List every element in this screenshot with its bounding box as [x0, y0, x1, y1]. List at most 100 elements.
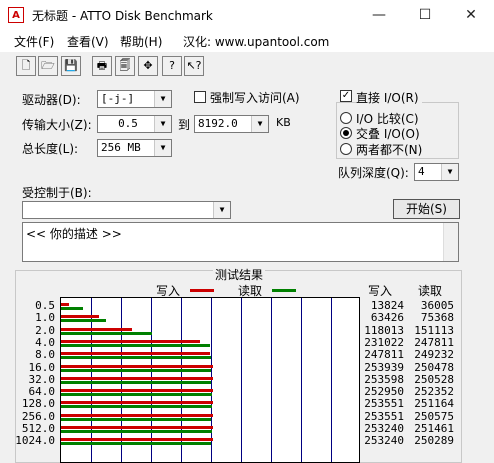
read-bar	[61, 405, 212, 409]
chevron-down-icon[interactable]: ▼	[213, 202, 230, 218]
menu-bar: 文件(F) 查看(V) 帮助(H) 汉化: www.upantool.com	[0, 30, 494, 53]
read-value: 250289	[414, 434, 454, 448]
read-value: 250478	[414, 360, 454, 374]
queue-depth-select[interactable]: 4 ▼	[414, 163, 459, 181]
write-value: 118013	[364, 323, 404, 337]
force-write-label: 强制写入访问(A)	[210, 91, 300, 105]
write-value: 252950	[364, 385, 404, 399]
description-textarea[interactable]: << 你的描述 >>	[22, 222, 459, 262]
row-label: 64.0	[28, 385, 56, 399]
direct-io-label: 直接 I/O(R)	[356, 89, 422, 106]
chevron-down-icon[interactable]: ▼	[441, 164, 458, 180]
transfer-from-select[interactable]: 0.5 ▼	[97, 115, 172, 133]
write-bar	[61, 413, 214, 417]
neither-label: 两者都不(N)	[356, 143, 423, 157]
description-text: << 你的描述 >>	[26, 227, 122, 241]
description-scrollbar[interactable]	[443, 223, 458, 261]
menu-file[interactable]: 文件(F)	[14, 33, 54, 50]
read-bar	[61, 368, 212, 372]
io-compare-radio[interactable]	[340, 112, 352, 124]
results-title: 测试结果	[213, 266, 266, 283]
read-value: 252352	[414, 385, 454, 399]
start-button[interactable]: 开始(S)	[393, 199, 460, 219]
controlled-by-label: 受控制于(B):	[22, 186, 92, 200]
total-length-value: 256 MB	[101, 141, 141, 154]
drive-value: [-j-]	[101, 92, 135, 105]
menu-localization[interactable]: 汉化: www.upantool.com	[183, 33, 329, 50]
write-value: 253939	[364, 360, 404, 374]
context-help-icon[interactable]: ↖?	[184, 56, 204, 76]
minimize-button[interactable]: —	[356, 0, 402, 30]
row-label: 1024.0	[15, 434, 55, 448]
write-bar	[61, 401, 214, 405]
grid-line	[301, 298, 302, 462]
row-label: 512.0	[21, 422, 55, 435]
new-file-icon[interactable]: 🗋	[16, 56, 36, 76]
write-bar	[61, 389, 213, 393]
write-value: 13824	[370, 299, 404, 312]
queue-depth-value: 4	[418, 165, 425, 178]
help-icon[interactable]: ?	[162, 56, 182, 76]
grid-line	[271, 298, 272, 462]
total-length-select[interactable]: 256 MB ▼	[97, 139, 172, 157]
row-label: 128.0	[21, 397, 55, 411]
transfer-to-value: 8192.0	[198, 117, 238, 130]
chevron-down-icon[interactable]: ▼	[251, 116, 268, 132]
atto-disk-icon[interactable]: A	[8, 7, 24, 23]
close-button[interactable]: ✕	[448, 0, 494, 30]
maximize-button[interactable]: ☐	[402, 0, 448, 30]
read-bar	[61, 356, 211, 360]
read-value: 251461	[414, 422, 454, 435]
read-bar	[61, 307, 83, 310]
chevron-down-icon[interactable]: ▼	[154, 116, 171, 132]
app-window: A 无标题 - ATTO Disk Benchmark — ☐ ✕ 文件(F) …	[0, 0, 494, 463]
read-value: 247811	[414, 335, 454, 349]
write-value: 63426	[370, 311, 404, 325]
write-bar	[61, 426, 213, 429]
chevron-down-icon[interactable]: ▼	[154, 140, 171, 156]
row-label: 0.5	[35, 299, 55, 312]
row-label: 8.0	[35, 348, 55, 362]
row-label: 2.0	[35, 323, 55, 337]
write-value: 247811	[364, 348, 404, 362]
queue-depth-label: 队列深度(Q):	[338, 166, 409, 180]
read-bar	[61, 417, 212, 421]
transfer-to-select[interactable]: 8192.0 ▼	[194, 115, 269, 133]
write-bar	[61, 376, 214, 380]
read-bar	[61, 430, 212, 433]
grid-line	[241, 298, 242, 462]
row-label: 16.0	[28, 360, 56, 374]
move-crosshair-icon[interactable]: ✥	[138, 56, 158, 76]
write-value: 253551	[364, 409, 404, 423]
open-folder-icon[interactable]: 🗁	[38, 56, 58, 76]
read-bar	[61, 442, 212, 446]
write-value: 253598	[364, 372, 404, 386]
row-label: 1.0	[35, 311, 55, 325]
print-icon[interactable]: 🖶	[92, 56, 112, 76]
write-bar	[61, 315, 100, 319]
print-preview-icon[interactable]: 🗐	[115, 56, 135, 76]
read-bar	[61, 331, 152, 335]
drive-select[interactable]: [-j-] ▼	[97, 90, 172, 108]
menu-help[interactable]: 帮助(H)	[120, 33, 162, 50]
transfer-from-value: 0.5	[118, 117, 138, 130]
transfer-unit: KB	[276, 116, 291, 129]
read-value: 249232	[414, 348, 454, 362]
neither-radio[interactable]	[340, 143, 352, 155]
save-disk-icon[interactable]: 💾	[61, 56, 81, 76]
benchmark-chart	[60, 297, 360, 463]
read-value: 75368	[420, 311, 454, 325]
direct-io-checkbox[interactable]: ✓	[340, 90, 352, 102]
toolbar: 🗋 🗁 💾 🖶 🗐 ✥ ? ↖?	[0, 52, 494, 80]
row-label: 4.0	[35, 335, 55, 349]
force-write-checkbox[interactable]	[194, 91, 206, 103]
row-label: 32.0	[28, 372, 56, 386]
write-bar	[61, 364, 214, 368]
menu-view[interactable]: 查看(V)	[67, 33, 109, 50]
controlled-by-select[interactable]: ▼	[22, 201, 231, 219]
write-bar	[61, 327, 132, 331]
chevron-down-icon[interactable]: ▼	[154, 91, 171, 107]
overlapped-io-radio[interactable]	[340, 127, 352, 139]
window-title: 无标题 - ATTO Disk Benchmark	[32, 9, 213, 23]
write-value: 253551	[364, 397, 404, 411]
